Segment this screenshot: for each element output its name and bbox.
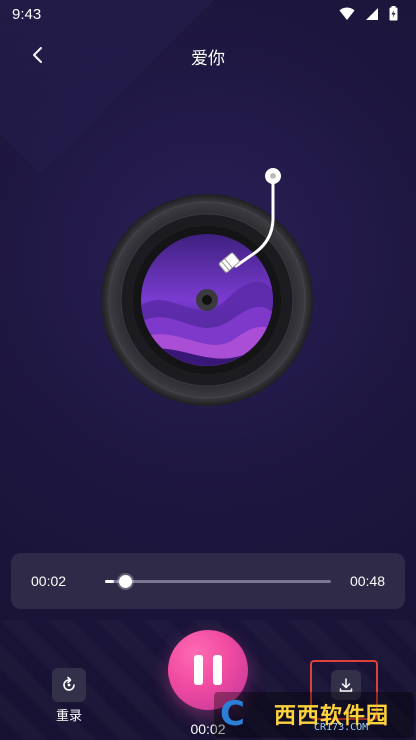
current-time: 00:02 (31, 573, 67, 589)
vinyl-record-graphic (101, 168, 313, 406)
page-title: 爱你 (191, 49, 225, 68)
total-time: 00:48 (349, 573, 385, 589)
progress-fill (105, 580, 115, 583)
battery-icon (389, 6, 398, 21)
status-bar: 9:43 (0, 0, 416, 28)
wifi-icon (339, 7, 355, 20)
watermark: C 西西软件园 CR173.COM (214, 692, 414, 738)
watermark-logo: C (220, 694, 245, 734)
status-icons (339, 6, 398, 21)
signal-icon (366, 7, 378, 20)
watermark-url: CR173.COM (314, 722, 369, 733)
progress-thumb[interactable] (119, 575, 133, 588)
progress-slider[interactable] (105, 575, 331, 588)
progress-card: 00:02 00:48 (11, 553, 405, 609)
pause-icon (189, 655, 227, 685)
download-icon (339, 678, 353, 692)
rerecord-button[interactable] (52, 668, 86, 702)
nav-bar: 爱你 (0, 34, 416, 74)
status-time: 9:43 (12, 6, 42, 23)
refresh-icon (63, 676, 75, 691)
rerecord-label: 重录 (55, 708, 82, 723)
vinyl-record (96, 160, 322, 410)
